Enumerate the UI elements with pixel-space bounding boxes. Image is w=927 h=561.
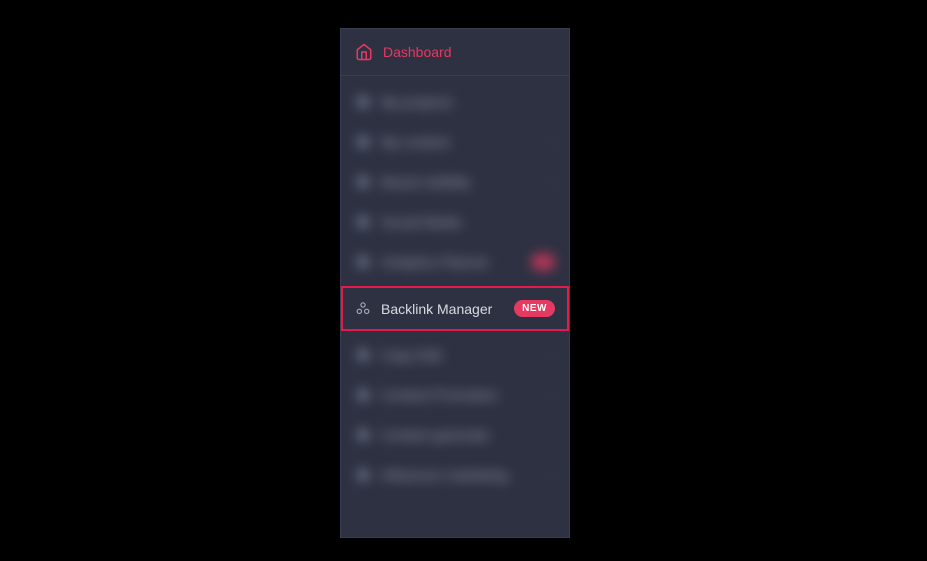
chevron-right-icon: ›: [550, 134, 555, 150]
nav-icon: [355, 427, 371, 443]
chevron-right-icon: ›: [550, 174, 555, 190]
sidebar-item-backlink-manager[interactable]: Backlink Manager NEW: [343, 288, 567, 329]
sidebar-item-dashboard[interactable]: Dashboard: [341, 29, 569, 76]
nav-icon: [355, 94, 371, 110]
nav-item-label: Copy Edit: [381, 347, 550, 363]
nav-icon: [355, 387, 371, 403]
new-badge: NEW: [514, 300, 555, 317]
sidebar-item-blurred[interactable]: Brand visibility›: [341, 162, 569, 202]
sidebar: Dashboard My projectsMy content›Brand vi…: [340, 28, 570, 538]
nav-item-label: Social Media: [381, 214, 555, 230]
backlink-manager-label: Backlink Manager: [381, 301, 506, 317]
sidebar-item-blurred[interactable]: Copy Edit›: [341, 335, 569, 375]
nav-item-label: My content: [381, 134, 550, 150]
nav-item-label: Brand visibility: [381, 174, 550, 190]
nav-item-label: Influencer marketing: [381, 467, 550, 483]
nav-item-label: Analytics Planner: [381, 254, 525, 270]
nav-item-label: Content generate: [381, 427, 555, 443]
nav-item-label: Content Promotion: [381, 387, 550, 403]
link-icon: [355, 301, 371, 317]
nav-item-label: My projects: [381, 94, 555, 110]
nav-icon: [355, 214, 371, 230]
sidebar-item-blurred[interactable]: Content generate: [341, 415, 569, 455]
home-icon: [355, 43, 373, 61]
nav-icon: [355, 467, 371, 483]
badge: [531, 254, 555, 270]
dashboard-label: Dashboard: [383, 44, 452, 60]
sidebar-item-blurred[interactable]: Influencer marketing›: [341, 455, 569, 495]
sidebar-item-blurred[interactable]: Social Media: [341, 202, 569, 242]
sidebar-item-blurred[interactable]: My projects: [341, 82, 569, 122]
nav-icon: [355, 174, 371, 190]
chevron-right-icon: ›: [550, 467, 555, 483]
nav-icon: [355, 254, 371, 270]
sidebar-item-blurred[interactable]: Content Promotion›: [341, 375, 569, 415]
chevron-right-icon: ›: [550, 387, 555, 403]
sidebar-item-blurred[interactable]: My content›: [341, 122, 569, 162]
nav-list: My projectsMy content›Brand visibility›S…: [341, 76, 569, 495]
sidebar-item-blurred[interactable]: Analytics Planner: [341, 242, 569, 282]
highlight-frame: Backlink Manager NEW: [341, 286, 569, 331]
nav-icon: [355, 134, 371, 150]
nav-icon: [355, 347, 371, 363]
chevron-right-icon: ›: [550, 347, 555, 363]
